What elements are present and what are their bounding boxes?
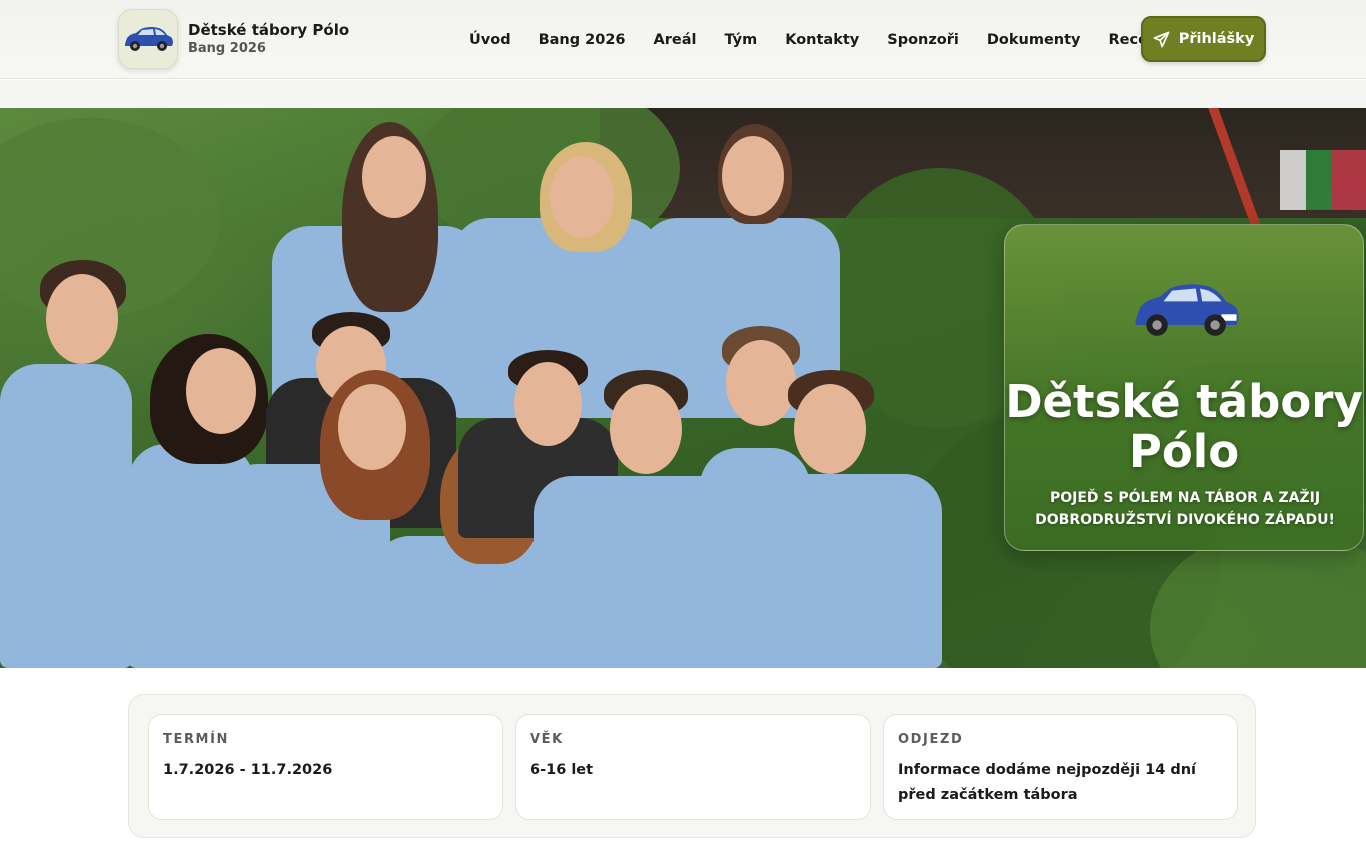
nav-item-uvod[interactable]: Úvod [469, 32, 511, 48]
nav-item-kontakty[interactable]: Kontakty [785, 32, 859, 48]
camp-facts: TERMÍN 1.7.2026 - 11.7.2026 VĚK 6-16 let… [128, 694, 1256, 838]
main-nav: Úvod Bang 2026 Areál Tým Kontakty Sponzo… [455, 0, 1205, 79]
nav-item-bang-2026[interactable]: Bang 2026 [539, 32, 626, 48]
fact-card-vek: VĚK 6-16 let [515, 714, 871, 820]
prihlasky-label: Přihlášky [1178, 31, 1255, 47]
fact-label: ODJEZD [898, 732, 964, 747]
prihlasky-button[interactable]: Přihlášky [1141, 16, 1266, 62]
header-spacer [0, 80, 1366, 108]
brand-title: Dětské tábory Pólo [188, 21, 350, 39]
logo [118, 9, 178, 69]
nav-item-dokumenty[interactable]: Dokumenty [987, 32, 1081, 48]
blue-car-icon [1135, 284, 1239, 336]
fact-label: VĚK [530, 732, 564, 747]
hero-title: Dětské tábory Pólo [1005, 375, 1363, 478]
nav-item-sponzori[interactable]: Sponzoři [887, 32, 959, 48]
brand-subtitle: Bang 2026 [188, 41, 266, 56]
paper-plane-icon [1153, 31, 1170, 47]
nav-item-areal[interactable]: Areál [654, 32, 697, 48]
site-header: Dětské tábory Pólo Bang 2026 Úvod Bang 2… [0, 0, 1366, 79]
blue-car-icon [125, 27, 173, 51]
fact-card-odjezd: ODJEZD Informace dodáme nejpozději 14 dn… [883, 714, 1238, 820]
fact-value: Informace dodáme nejpozději 14 dní před … [898, 762, 1197, 803]
fact-value: 6-16 let [530, 762, 594, 778]
fact-label: TERMÍN [163, 732, 230, 747]
hero-subtitle: POJEĎ S PÓLEM NA TÁBOR A ZAŽIJ DOBRODRUŽ… [1035, 490, 1335, 528]
hero-info-card: Dětské tábory Pólo POJEĎ S PÓLEM NA TÁBO… [1004, 224, 1364, 551]
hero-section: Dětské tábory Pólo POJEĎ S PÓLEM NA TÁBO… [0, 108, 1366, 668]
fact-value: 1.7.2026 - 11.7.2026 [163, 762, 333, 778]
brand-home-link[interactable]: Dětské tábory Pólo Bang 2026 [118, 9, 349, 69]
fact-card-termin: TERMÍN 1.7.2026 - 11.7.2026 [148, 714, 503, 820]
nav-item-tym[interactable]: Tým [725, 32, 758, 48]
